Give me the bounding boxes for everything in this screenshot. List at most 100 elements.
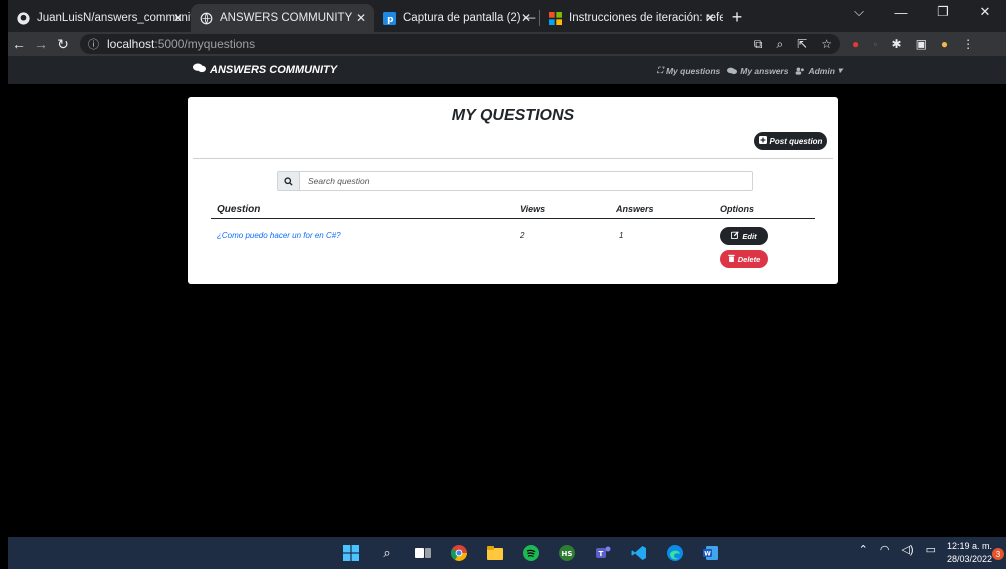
page-title: MY QUESTIONS <box>451 107 575 124</box>
address-actions: ⧉ ⌕ ⇱ ☆ <box>754 37 832 52</box>
file-explorer-icon[interactable] <box>485 543 505 563</box>
share-icon[interactable]: ⇱ <box>797 37 807 51</box>
nav-admin-label: Admin <box>808 65 835 76</box>
word-icon[interactable]: W <box>701 543 721 563</box>
volume-icon[interactable]: ◁) <box>901 543 913 556</box>
taskbar: ⌕ HS T W ⌃ ◠ ◁) ▭ 12:19 a. m. 28/03/2022… <box>8 537 1006 569</box>
delete-label: Delete <box>737 254 761 264</box>
url-host: localhost <box>107 37 155 51</box>
svg-text:W: W <box>704 551 711 558</box>
tab-label: Instrucciones de iteración: refere <box>569 12 723 24</box>
task-view-icon[interactable] <box>413 543 433 563</box>
answers-count: 1 <box>619 231 624 240</box>
translate-icon[interactable]: ⧉ <box>754 37 763 52</box>
tab-answers-community[interactable]: ANSWERS COMMUNITY ✕ <box>191 4 374 32</box>
extension-gray-icon[interactable]: ◦ <box>873 37 877 51</box>
column-header-options: Options <box>720 204 754 214</box>
tab-label: JuanLuisN/answers_community <box>37 12 191 24</box>
system-tray: ⌃ ◠ ◁) ▭ <box>859 543 936 556</box>
brand[interactable]: ANSWERS COMMUNITY <box>193 63 337 76</box>
tab-postimg[interactable]: p Captura de pantalla (2) — Postim ✕ <box>374 4 539 32</box>
delete-button[interactable]: Delete <box>720 250 768 268</box>
clock-time: 12:19 a. m. <box>946 541 992 551</box>
close-icon[interactable]: ✕ <box>173 11 183 25</box>
tab-instrucciones[interactable]: Instrucciones de iteración: refere ✕ <box>540 4 723 32</box>
battery-icon[interactable]: ▭ <box>926 543 936 556</box>
github-icon <box>16 11 30 25</box>
hs-app-icon[interactable]: HS <box>557 543 577 563</box>
nav-my-questions[interactable]: ⛶ My questions <box>657 65 720 76</box>
comments-icon <box>727 67 738 75</box>
chrome-icon[interactable] <box>449 543 469 563</box>
clock[interactable]: 12:19 a. m. 28/03/2022 <box>947 540 992 566</box>
search-group <box>277 171 753 191</box>
postimg-icon: p <box>382 11 396 25</box>
vscode-icon[interactable] <box>629 543 649 563</box>
nav-links: ⛶ My questions My answers Admin ▾ <box>657 65 842 76</box>
extensions-area: ● ◦ ✱ ▣ ● ⋮ <box>852 37 974 51</box>
app-navbar: ANSWERS COMMUNITY ⛶ My questions My answ… <box>8 56 1006 84</box>
trash-icon <box>728 254 735 264</box>
reload-icon[interactable]: ↻ <box>52 36 74 53</box>
nav-admin-dropdown[interactable]: Admin ▾ <box>795 65 842 76</box>
teams-icon[interactable]: T <box>593 543 613 563</box>
close-window-button[interactable]: ✕ <box>964 4 1006 20</box>
back-icon[interactable]: ← <box>8 36 30 52</box>
edit-label: Edit <box>742 231 757 241</box>
chevron-up-icon[interactable]: ⌃ <box>859 543 868 556</box>
search-input[interactable] <box>300 176 740 186</box>
question-link[interactable]: ¿Como puedo hacer un for en C#? <box>217 231 341 240</box>
comments-icon <box>193 63 206 76</box>
window-controls: ⌵ — ❐ ✕ <box>838 0 1006 24</box>
nav-my-answers[interactable]: My answers <box>727 65 788 76</box>
zoom-icon[interactable]: ⌕ <box>776 37 783 52</box>
taskbar-apps: ⌕ HS T W <box>341 543 721 563</box>
address-bar[interactable]: ⓘ localhost :5000/myquestions ⧉ ⌕ ⇱ ☆ <box>80 34 840 54</box>
caret-down-icon: ▾ <box>837 65 843 75</box>
clock-date: 28/03/2022 <box>946 554 992 564</box>
info-icon[interactable]: ⓘ <box>88 36 99 52</box>
azure-devops-icon <box>548 11 562 25</box>
tab-label: ANSWERS COMMUNITY <box>220 12 353 24</box>
new-tab-button[interactable]: + <box>723 7 751 28</box>
spotify-icon[interactable] <box>521 543 541 563</box>
edit-button[interactable]: Edit <box>720 227 768 245</box>
nav-my-questions-label: My questions <box>665 65 721 76</box>
close-icon[interactable]: ✕ <box>521 11 531 25</box>
browser-window: JuanLuisN/answers_community ✕ ANSWERS CO… <box>8 0 1006 569</box>
extension-shield-icon[interactable]: ● <box>852 37 859 51</box>
windows-start-icon[interactable] <box>341 543 361 563</box>
svg-text:T: T <box>599 550 604 558</box>
brand-label: ANSWERS COMMUNITY <box>210 63 338 76</box>
bookmark-star-icon[interactable]: ☆ <box>821 37 832 51</box>
globe-icon <box>199 11 213 25</box>
tab-strip: JuanLuisN/answers_community ✕ ANSWERS CO… <box>8 0 1006 32</box>
svg-text:p: p <box>387 14 393 24</box>
extensions-puzzle-icon[interactable]: ✱ <box>892 37 902 51</box>
post-question-button[interactable]: Post question <box>754 132 827 150</box>
close-icon[interactable]: ✕ <box>356 11 366 25</box>
column-header-question: Question <box>217 204 261 215</box>
menu-kebab-icon[interactable]: ⋮ <box>962 37 974 51</box>
wifi-icon[interactable]: ◠ <box>880 543 890 556</box>
tab-label: Captura de pantalla (2) — Postim <box>403 12 539 24</box>
column-header-views: Views <box>520 204 546 214</box>
profile-avatar-icon[interactable]: ● <box>941 37 948 51</box>
edit-icon <box>731 231 740 241</box>
browser-toolbar: ← → ↻ ⓘ localhost :5000/myquestions ⧉ ⌕ … <box>8 32 1006 56</box>
search-icon[interactable]: ⌕ <box>377 543 397 563</box>
forward-icon[interactable]: → <box>30 36 52 52</box>
users-icon <box>795 67 805 75</box>
restore-button[interactable]: ❐ <box>922 4 964 20</box>
edge-icon[interactable] <box>665 543 685 563</box>
tab-github[interactable]: JuanLuisN/answers_community ✕ <box>8 4 191 32</box>
tab-search-icon[interactable]: ⌵ <box>838 4 880 20</box>
table-header-rule <box>211 218 815 219</box>
minimize-button[interactable]: — <box>880 5 922 20</box>
inbox-icon: ⛶ <box>657 65 663 75</box>
questions-card: MY QUESTIONS Post question Question View… <box>188 97 838 284</box>
close-icon[interactable]: ✕ <box>705 11 715 25</box>
notification-badge[interactable]: 3 <box>992 548 1004 560</box>
divider <box>193 158 833 159</box>
side-panel-icon[interactable]: ▣ <box>916 37 927 51</box>
